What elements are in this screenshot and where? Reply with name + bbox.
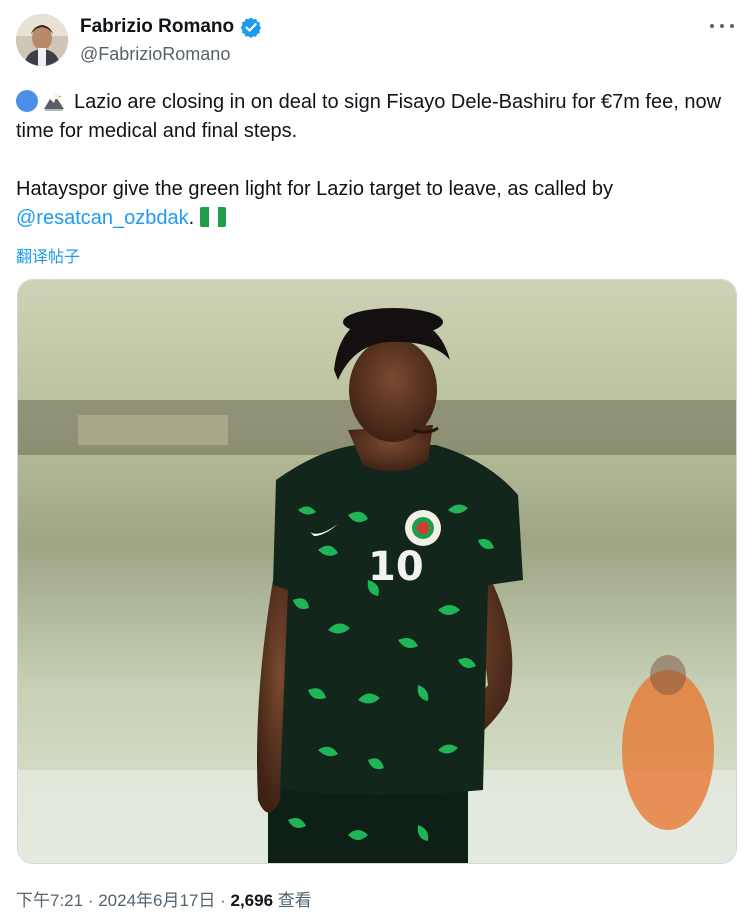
tweet-paragraph-1: Lazio are closing in on deal to sign Fis… [16,88,732,146]
football-player-photo: 10 [18,280,736,863]
nigeria-flag-emoji-icon [200,207,227,227]
tweet-meta-row: 下午7:21 · 2024年6月17日 · 2,696 查看 [16,886,312,911]
tweet-paragraph-2: Hatayspor give the green light for Lazio… [16,175,732,233]
dot-icon [730,24,734,28]
shirt-number: 10 [368,544,424,590]
tweet-text-line-2-after: . [188,207,195,229]
dot-icon [720,24,724,28]
meta-separator: · [83,891,99,910]
blue-circle-emoji-icon [16,90,38,112]
tweet-date[interactable]: 2024年6月17日 [98,891,215,910]
tweet-text-line-1: Lazio are closing in on deal to sign Fis… [16,91,722,142]
tweet-text: Lazio are closing in on deal to sign Fis… [16,88,732,233]
mention-link[interactable]: @resatcan_ozbdak [16,207,189,229]
meta-separator: · [215,891,231,910]
dot-icon [710,24,714,28]
tweet-text-line-2-before: Hatayspor give the green light for Lazio… [16,178,614,200]
more-options-button[interactable] [710,18,734,34]
tweet-media-photo[interactable]: 10 [17,279,737,864]
author-handle[interactable]: @FabrizioRomano [80,44,230,65]
views-count: 2,696 [230,891,274,910]
avatar[interactable] [16,14,68,66]
translate-post-link[interactable]: 翻译帖子 [16,243,80,267]
verified-badge-icon [240,16,262,38]
tweet-card: Fabrizio Romano @FabrizioRomano Lazio ar… [0,0,750,922]
eagle-emoji-icon [42,89,66,113]
author-name-row: Fabrizio Romano [80,16,262,38]
views-label: 查看 [277,891,312,910]
tweet-time[interactable]: 下午7:21 [16,891,83,910]
avatar-image [16,14,68,66]
author-display-name[interactable]: Fabrizio Romano [80,16,234,38]
